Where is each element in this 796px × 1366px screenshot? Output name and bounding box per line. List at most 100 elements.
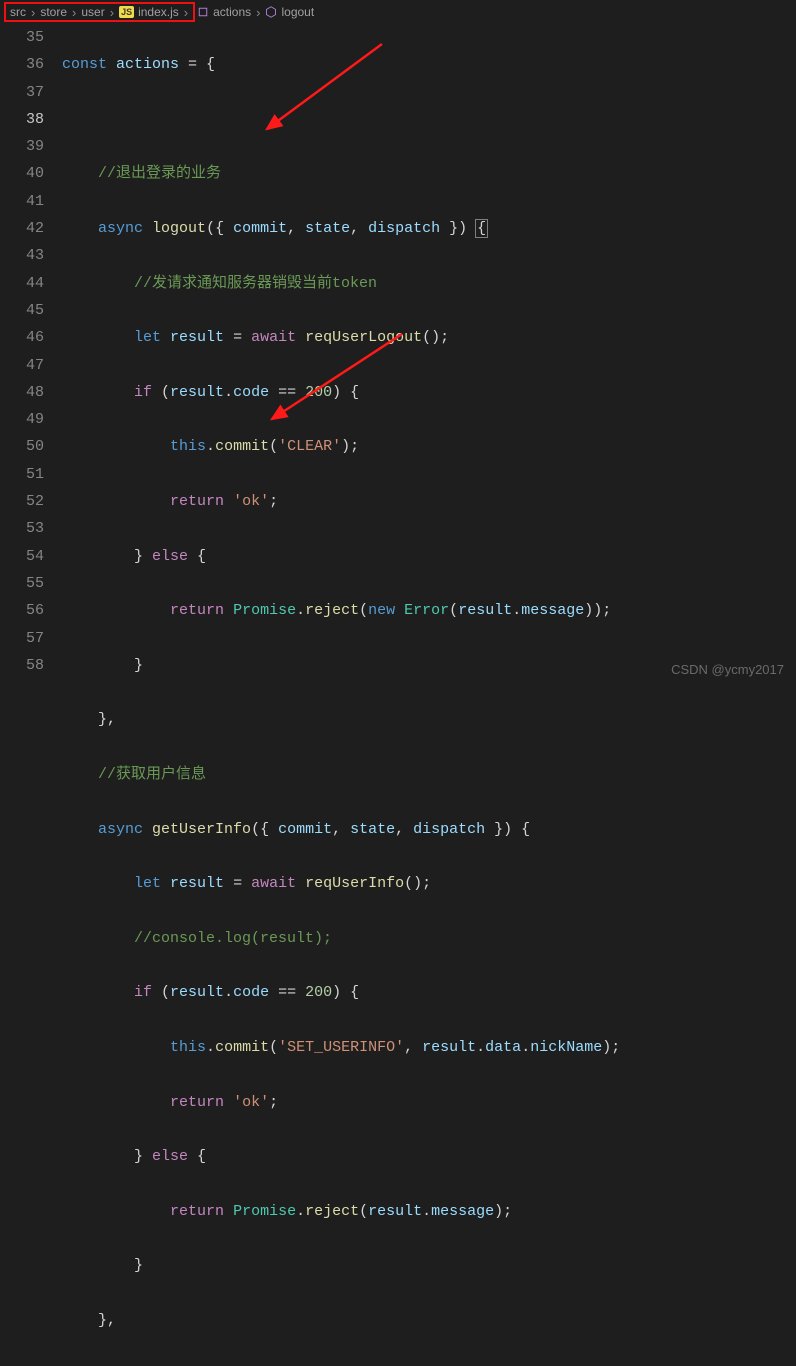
call: reject [305,602,359,619]
keyword: new [368,602,395,619]
breadcrumb: src › store › user › JS index.js › actio… [0,0,796,24]
string: 'SET_USERINFO' [278,1039,404,1056]
breadcrumb-item[interactable]: actions [195,5,253,19]
property: message [431,1203,494,1220]
property: code [233,384,269,401]
variable: result [170,984,224,1001]
cursor-position: { [476,220,487,237]
js-file-icon: JS [119,6,134,18]
line-number: 45 [0,297,44,324]
line-number: 43 [0,242,44,269]
breadcrumb-highlighted-box: src › store › user › JS index.js › [4,2,195,22]
property: data [485,1039,521,1056]
punct: ({ [206,220,233,237]
line-number: 35 [0,24,44,51]
line-number: 54 [0,543,44,570]
keyword: this [170,438,206,455]
line-number: 50 [0,433,44,460]
keyword: return [170,493,224,510]
punct: . [206,438,215,455]
variable: result [458,602,512,619]
punct: (); [422,329,449,346]
property: nickName [530,1039,602,1056]
keyword: let [134,875,161,892]
punct: . [296,602,305,619]
punct: }, [98,711,116,728]
punct: }) [440,220,476,237]
type: Promise [233,1203,296,1220]
comment: //获取用户信息 [98,766,206,783]
keyword: async [98,220,143,237]
line-number: 52 [0,488,44,515]
line-number: 47 [0,352,44,379]
chevron-right-icon: › [181,5,191,20]
number: 200 [305,384,332,401]
punct: . [512,602,521,619]
line-number: 42 [0,215,44,242]
variable: result [170,384,224,401]
punct: ( [269,1039,278,1056]
function-name: getUserInfo [152,821,251,838]
punct: ); [341,438,359,455]
punct: . [521,1039,530,1056]
punct: . [422,1203,431,1220]
punct: , [395,821,413,838]
code-editor[interactable]: 3536373839404142434445464748495051525354… [0,24,796,683]
line-number: 48 [0,379,44,406]
punct: } [134,1148,152,1165]
punct: ( [449,602,458,619]
breadcrumb-file-label: index.js [138,5,179,19]
keyword: else [152,548,188,565]
punct: ); [602,1039,620,1056]
line-number: 51 [0,461,44,488]
keyword: async [98,821,143,838]
function-name: logout [152,220,206,237]
breadcrumb-item[interactable]: logout [263,5,316,19]
punct: ; [269,493,278,510]
breadcrumb-item[interactable]: src [8,5,28,19]
punct: . [224,984,233,1001]
punct: ( [359,602,368,619]
breadcrumb-item[interactable]: store [38,5,69,19]
comment: //退出登录的业务 [98,165,221,182]
punct: , [350,220,368,237]
keyword: await [251,875,296,892]
punct: == [269,384,305,401]
call: reject [305,1203,359,1220]
punct: = [224,875,251,892]
number: 200 [305,984,332,1001]
code-area[interactable]: const actions = { //退出登录的业务 async logout… [62,24,796,683]
line-number: 58 [0,652,44,679]
punct: ( [152,384,170,401]
punct: ) { [332,384,359,401]
punct: . [476,1039,485,1056]
keyword: else [152,1148,188,1165]
punct: ( [359,1203,368,1220]
punct: . [224,384,233,401]
punct: ( [152,984,170,1001]
line-number: 53 [0,515,44,542]
punct: } [134,657,143,674]
chevron-right-icon: › [69,5,79,20]
watermark: CSDN @ycmy2017 [671,662,784,677]
keyword: return [170,602,224,619]
punct: ); [494,1203,512,1220]
line-number: 46 [0,324,44,351]
punct: ({ [251,821,278,838]
property: message [521,602,584,619]
string: 'ok' [233,493,269,510]
breadcrumb-item[interactable]: JS index.js [117,5,181,19]
punct: }, [98,1312,116,1329]
keyword: return [170,1094,224,1111]
space [224,1094,233,1111]
symbol-method-icon [265,6,277,18]
punct: }) { [485,821,530,838]
chevron-right-icon: › [107,5,117,20]
punct: , [404,1039,422,1056]
string: 'ok' [233,1094,269,1111]
breadcrumb-item[interactable]: user [79,5,106,19]
punct: (); [404,875,431,892]
line-number: 57 [0,625,44,652]
comment: //发请求通知服务器销毁当前token [134,275,377,292]
symbol-object-icon [197,6,209,18]
